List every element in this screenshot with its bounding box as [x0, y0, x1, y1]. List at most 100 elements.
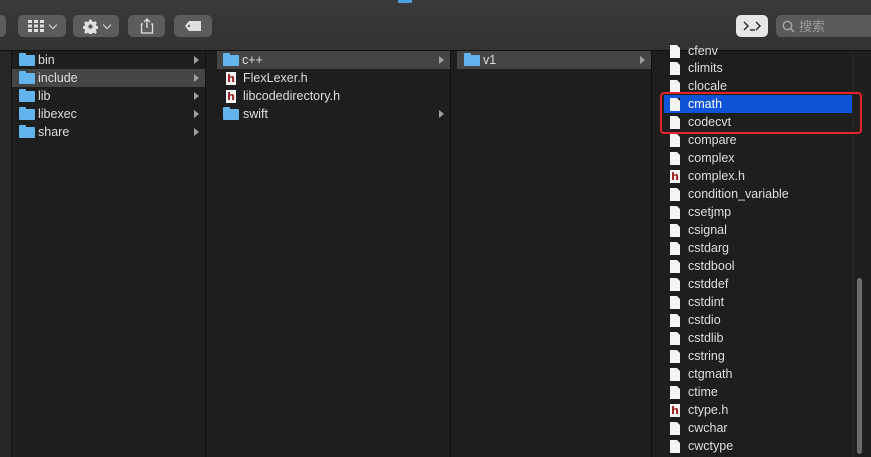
share-button[interactable] [128, 15, 165, 37]
disclosure-arrow-icon [194, 128, 199, 136]
column-2: c++ h FlexLexer.h h libcodedirectory.h s… [206, 51, 451, 457]
item-label: libexec [38, 107, 77, 121]
terminal-icon [743, 21, 762, 31]
file-icon [670, 80, 680, 93]
file-icon [670, 314, 680, 327]
item-label: cstdarg [688, 241, 729, 255]
window-title: v1 [416, 0, 428, 3]
item-label: cstddef [688, 277, 729, 291]
list-item-share[interactable]: share [0, 123, 205, 141]
folder-icon [464, 53, 480, 66]
list-item[interactable]: condition_variable [652, 185, 871, 203]
file-icon [670, 45, 680, 58]
item-label: cstring [688, 349, 725, 363]
list-item[interactable]: complex [652, 149, 871, 167]
folder-icon [398, 0, 412, 3]
file-icon [670, 98, 680, 111]
list-item-lib[interactable]: lib [0, 87, 205, 105]
item-label: ctype.h [688, 403, 729, 417]
list-item-cmath[interactable]: cmath [664, 95, 852, 113]
list-item[interactable]: csetjmp [652, 203, 871, 221]
open-terminal-button[interactable] [736, 15, 768, 37]
list-item[interactable]: cstdarg [652, 239, 871, 257]
item-label: cwctype [688, 439, 734, 453]
file-icon [670, 188, 680, 201]
list-item[interactable]: cstdlib [652, 329, 871, 347]
item-label: cstdlib [688, 331, 724, 345]
list-item[interactable]: h complex.h [652, 167, 871, 185]
share-icon [140, 18, 153, 34]
list-item[interactable]: cfenv [652, 42, 871, 60]
list-item[interactable]: cstring [652, 347, 871, 365]
list-item[interactable]: cstdint [652, 293, 871, 311]
item-label: FlexLexer.h [243, 71, 308, 85]
action-menu-button[interactable] [73, 15, 119, 37]
list-item[interactable]: cstdio [652, 311, 871, 329]
disclosure-arrow-icon [194, 56, 199, 64]
file-icon [670, 152, 680, 165]
disclosure-arrow-icon [439, 56, 444, 64]
list-item-v1[interactable]: v1 [457, 51, 651, 69]
item-label: codecvt [688, 115, 732, 129]
list-item-cpp[interactable]: c++ [217, 51, 450, 69]
file-icon [670, 206, 680, 219]
column-3: v1 [451, 51, 652, 457]
list-item[interactable]: cwctype [652, 437, 871, 455]
list-item-codecvt[interactable]: codecvt [652, 113, 871, 131]
item-label: cstdint [688, 295, 725, 309]
header-file-icon: h [226, 72, 236, 85]
tag-button[interactable] [174, 15, 212, 37]
file-icon [670, 296, 680, 309]
list-item-flexlexer[interactable]: h FlexLexer.h [206, 69, 450, 87]
item-label: cfenv [688, 44, 718, 58]
list-item-swift[interactable]: swift [206, 105, 450, 123]
item-label: bin [38, 53, 55, 67]
list-item-include[interactable]: include [12, 69, 205, 87]
list-item-libcodedirectory[interactable]: h libcodedirectory.h [206, 87, 450, 105]
search-input[interactable] [799, 18, 869, 34]
file-icon [670, 422, 680, 435]
search-field[interactable] [776, 15, 871, 37]
grid-view-icon [28, 20, 44, 32]
folder-icon [223, 53, 239, 66]
search-icon [782, 20, 795, 33]
view-options-button[interactable] [18, 15, 66, 37]
list-item[interactable]: ctgmath [652, 365, 871, 383]
item-label: lib [38, 89, 51, 103]
file-icon [670, 224, 680, 237]
file-icon [670, 278, 680, 291]
disclosure-arrow-icon [439, 110, 444, 118]
sidebar-toggle-button[interactable] [0, 15, 6, 37]
list-item[interactable]: climits [652, 59, 871, 77]
folder-icon [19, 107, 35, 120]
file-icon [670, 62, 680, 75]
header-file-icon: h [670, 404, 680, 417]
list-item[interactable]: clocale [652, 77, 871, 95]
list-item[interactable]: cstdbool [652, 257, 871, 275]
item-label: ctime [688, 385, 718, 399]
folder-icon [19, 125, 35, 138]
list-item[interactable]: cwchar [652, 419, 871, 437]
item-label: clocale [688, 79, 727, 93]
scrollbar-thumb[interactable] [857, 278, 862, 454]
disclosure-arrow-icon [194, 92, 199, 100]
folder-icon [19, 89, 35, 102]
file-icon [670, 368, 680, 381]
list-item[interactable]: compare [652, 131, 871, 149]
item-label: libcodedirectory.h [243, 89, 341, 103]
file-icon [670, 350, 680, 363]
list-item[interactable]: csignal [652, 221, 871, 239]
list-item-libexec[interactable]: libexec [0, 105, 205, 123]
list-item[interactable]: h ctype.h [652, 401, 871, 419]
item-label: climits [688, 61, 723, 75]
chevron-down-icon [102, 20, 111, 29]
item-label: csetjmp [688, 205, 732, 219]
file-icon [670, 440, 680, 453]
list-item-bin[interactable]: bin [0, 51, 205, 69]
item-label: condition_variable [688, 187, 789, 201]
list-item[interactable]: cstddef [652, 275, 871, 293]
item-label: cstdbool [688, 259, 735, 273]
list-item[interactable]: ctime [652, 383, 871, 401]
item-label: complex.h [688, 169, 745, 183]
item-label: swift [243, 107, 268, 121]
